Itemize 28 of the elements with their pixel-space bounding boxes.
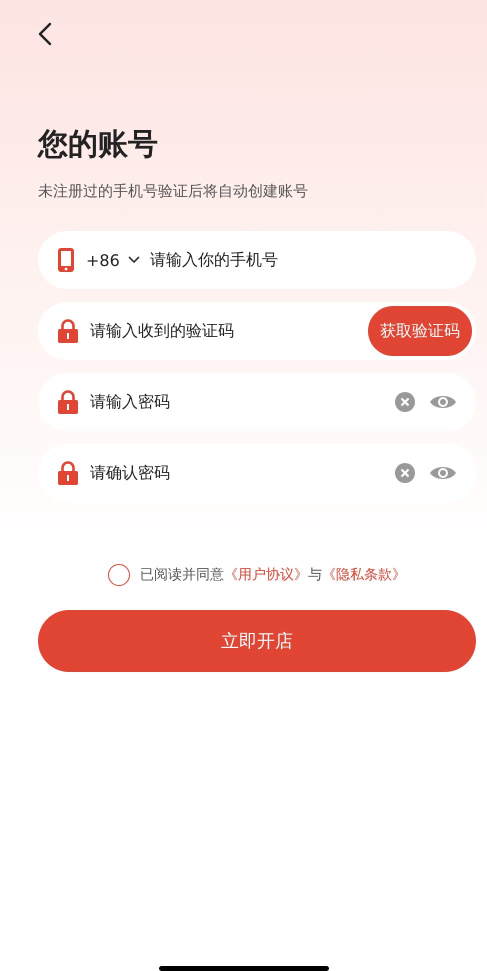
input-field[interactable]: +86 请输入你的手机号 (38, 231, 476, 289)
privacy-policy-link[interactable]: 《隐私条款》 (322, 566, 406, 584)
subtitle: 未注册过的手机号验证后将自动创建账号 (38, 181, 309, 202)
page-title: 您的账号 (38, 126, 159, 164)
caret-icon[interactable] (128, 256, 140, 264)
back-icon[interactable] (38, 22, 52, 46)
input-field[interactable]: 请确认密码 (38, 444, 476, 502)
placeholder-text: 请输入密码 (90, 392, 170, 412)
input-field[interactable]: 请输入收到的验证码 获取验证码 (38, 302, 476, 360)
agreement-text: 已阅读并同意 (140, 566, 224, 584)
clear-icon[interactable] (395, 463, 415, 483)
user-agreement-link[interactable]: 《用户协议》 (224, 566, 308, 584)
eye-icon[interactable] (429, 393, 457, 411)
agreement-checkbox[interactable] (108, 564, 130, 586)
phone-icon (58, 248, 74, 272)
lock-icon (58, 390, 78, 414)
get-code-button[interactable]: 获取验证码 (368, 306, 472, 356)
open-shop-button[interactable]: 立即开店 (38, 610, 476, 672)
placeholder-text: 请确认密码 (90, 462, 170, 484)
placeholder-text: 请输入收到的验证码 (90, 320, 234, 342)
eye-icon[interactable] (429, 464, 457, 482)
input-field[interactable]: 请输入密码 (38, 373, 476, 431)
agreement-joiner: 与 (308, 566, 322, 584)
clear-icon[interactable] (395, 392, 415, 412)
placeholder-text: 请输入你的手机号 (150, 250, 278, 270)
lock-icon (58, 461, 78, 485)
lock-icon (58, 319, 78, 343)
country-code[interactable]: +86 (86, 250, 120, 270)
